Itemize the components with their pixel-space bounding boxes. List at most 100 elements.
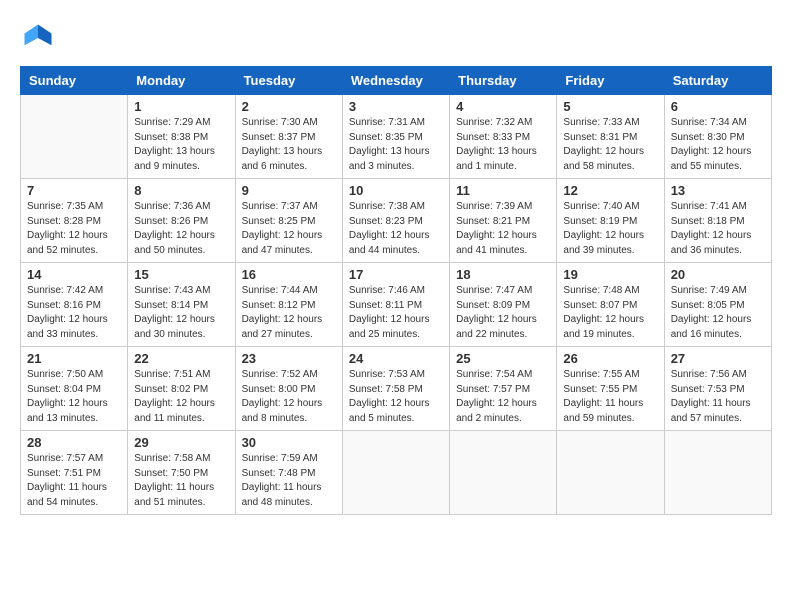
calendar-cell: 6Sunrise: 7:34 AMSunset: 8:30 PMDaylight… bbox=[664, 95, 771, 179]
day-info: Sunrise: 7:48 AMSunset: 8:07 PMDaylight:… bbox=[563, 284, 657, 342]
page-header bbox=[20, 20, 772, 56]
day-number: 15 bbox=[134, 267, 228, 282]
day-info: Sunrise: 7:58 AMSunset: 7:50 PMDaylight:… bbox=[134, 452, 228, 510]
weekday-header-row: SundayMondayTuesdayWednesdayThursdayFrid… bbox=[21, 67, 772, 95]
calendar-week-row: 14 Sunrise: 7:42 AMSunset: 8:16 PMDayligh… bbox=[21, 263, 772, 347]
calendar-cell: 18 Sunrise: 7:47 AMSunset: 8:09 PMDayligh… bbox=[450, 263, 557, 347]
calendar-cell: 8 Sunrise: 7:36 AMSunset: 8:26 PMDaylight… bbox=[128, 179, 235, 263]
day-info: Sunrise: 7:35 AMSunset: 8:28 PMDaylight:… bbox=[27, 200, 121, 258]
calendar-cell bbox=[342, 431, 449, 515]
calendar-cell: 14 Sunrise: 7:42 AMSunset: 8:16 PMDayligh… bbox=[21, 263, 128, 347]
day-info: Sunrise: 7:54 AMSunset: 7:57 PMDaylight:… bbox=[456, 368, 550, 426]
calendar-cell: 10Sunrise: 7:38 AMSunset: 8:23 PMDayligh… bbox=[342, 179, 449, 263]
day-info: Sunrise: 7:37 AMSunset: 8:25 PMDaylight:… bbox=[242, 200, 336, 258]
calendar-cell: 22Sunrise: 7:51 AMSunset: 8:02 PMDayligh… bbox=[128, 347, 235, 431]
day-info: Sunrise: 7:29 AMSunset: 8:38 PMDaylight:… bbox=[134, 116, 228, 174]
day-info: Sunrise: 7:56 AMSunset: 7:53 PMDaylight:… bbox=[671, 368, 765, 426]
calendar-cell: 16Sunrise: 7:44 AMSunset: 8:12 PMDayligh… bbox=[235, 263, 342, 347]
calendar-cell bbox=[450, 431, 557, 515]
day-info: Sunrise: 7:47 AMSunset: 8:09 PMDaylight:… bbox=[456, 284, 550, 342]
day-info: Sunrise: 7:34 AMSunset: 8:30 PMDaylight:… bbox=[671, 116, 765, 174]
day-number: 17 bbox=[349, 267, 443, 282]
weekday-header-sunday: Sunday bbox=[21, 67, 128, 95]
calendar-cell: 1 Sunrise: 7:29 AMSunset: 8:38 PMDaylight… bbox=[128, 95, 235, 179]
calendar-week-row: 7 Sunrise: 7:35 AMSunset: 8:28 PMDaylight… bbox=[21, 179, 772, 263]
calendar-week-row: 28 Sunrise: 7:57 AMSunset: 7:51 PMDayligh… bbox=[21, 431, 772, 515]
day-info: Sunrise: 7:57 AMSunset: 7:51 PMDaylight:… bbox=[27, 452, 121, 510]
calendar-cell: 25 Sunrise: 7:54 AMSunset: 7:57 PMDayligh… bbox=[450, 347, 557, 431]
day-number: 27 bbox=[671, 351, 765, 366]
day-info: Sunrise: 7:33 AMSunset: 8:31 PMDaylight:… bbox=[563, 116, 657, 174]
calendar-cell: 2 Sunrise: 7:30 AMSunset: 8:37 PMDaylight… bbox=[235, 95, 342, 179]
day-info: Sunrise: 7:30 AMSunset: 8:37 PMDaylight:… bbox=[242, 116, 336, 174]
day-number: 26 bbox=[563, 351, 657, 366]
calendar-cell: 30 Sunrise: 7:59 AMSunset: 7:48 PMDayligh… bbox=[235, 431, 342, 515]
day-number: 25 bbox=[456, 351, 550, 366]
day-info: Sunrise: 7:51 AMSunset: 8:02 PMDaylight:… bbox=[134, 368, 228, 426]
day-number: 7 bbox=[27, 183, 121, 198]
calendar-cell: 28 Sunrise: 7:57 AMSunset: 7:51 PMDayligh… bbox=[21, 431, 128, 515]
day-number: 3 bbox=[349, 99, 443, 114]
calendar-cell: 23 Sunrise: 7:52 AMSunset: 8:00 PMDayligh… bbox=[235, 347, 342, 431]
day-number: 23 bbox=[242, 351, 336, 366]
calendar-cell: 15 Sunrise: 7:43 AMSunset: 8:14 PMDayligh… bbox=[128, 263, 235, 347]
day-number: 1 bbox=[134, 99, 228, 114]
day-info: Sunrise: 7:59 AMSunset: 7:48 PMDaylight:… bbox=[242, 452, 336, 510]
calendar-cell: 4Sunrise: 7:32 AMSunset: 8:33 PMDaylight… bbox=[450, 95, 557, 179]
calendar-cell: 27 Sunrise: 7:56 AMSunset: 7:53 PMDayligh… bbox=[664, 347, 771, 431]
weekday-header-thursday: Thursday bbox=[450, 67, 557, 95]
day-number: 28 bbox=[27, 435, 121, 450]
day-info: Sunrise: 7:36 AMSunset: 8:26 PMDaylight:… bbox=[134, 200, 228, 258]
day-number: 18 bbox=[456, 267, 550, 282]
day-number: 5 bbox=[563, 99, 657, 114]
day-number: 14 bbox=[27, 267, 121, 282]
calendar-cell bbox=[557, 431, 664, 515]
logo-icon bbox=[20, 20, 56, 56]
weekday-header-tuesday: Tuesday bbox=[235, 67, 342, 95]
calendar-cell: 19 Sunrise: 7:48 AMSunset: 8:07 PMDayligh… bbox=[557, 263, 664, 347]
calendar-cell: 17Sunrise: 7:46 AMSunset: 8:11 PMDayligh… bbox=[342, 263, 449, 347]
day-number: 2 bbox=[242, 99, 336, 114]
calendar-cell: 7 Sunrise: 7:35 AMSunset: 8:28 PMDaylight… bbox=[21, 179, 128, 263]
calendar-cell bbox=[664, 431, 771, 515]
calendar-cell: 5 Sunrise: 7:33 AMSunset: 8:31 PMDaylight… bbox=[557, 95, 664, 179]
day-number: 29 bbox=[134, 435, 228, 450]
weekday-header-saturday: Saturday bbox=[664, 67, 771, 95]
day-info: Sunrise: 7:43 AMSunset: 8:14 PMDaylight:… bbox=[134, 284, 228, 342]
calendar-cell: 26 Sunrise: 7:55 AMSunset: 7:55 PMDayligh… bbox=[557, 347, 664, 431]
day-number: 24 bbox=[349, 351, 443, 366]
calendar-cell bbox=[21, 95, 128, 179]
day-number: 21 bbox=[27, 351, 121, 366]
calendar-cell: 9 Sunrise: 7:37 AMSunset: 8:25 PMDaylight… bbox=[235, 179, 342, 263]
day-number: 9 bbox=[242, 183, 336, 198]
day-info: Sunrise: 7:38 AMSunset: 8:23 PMDaylight:… bbox=[349, 200, 443, 258]
day-info: Sunrise: 7:41 AMSunset: 8:18 PMDaylight:… bbox=[671, 200, 765, 258]
calendar-cell: 24 Sunrise: 7:53 AMSunset: 7:58 PMDayligh… bbox=[342, 347, 449, 431]
day-number: 16 bbox=[242, 267, 336, 282]
calendar-cell: 21 Sunrise: 7:50 AMSunset: 8:04 PMDayligh… bbox=[21, 347, 128, 431]
day-number: 20 bbox=[671, 267, 765, 282]
calendar-cell: 13Sunrise: 7:41 AMSunset: 8:18 PMDayligh… bbox=[664, 179, 771, 263]
day-number: 8 bbox=[134, 183, 228, 198]
calendar-table: SundayMondayTuesdayWednesdayThursdayFrid… bbox=[20, 66, 772, 515]
weekday-header-wednesday: Wednesday bbox=[342, 67, 449, 95]
day-number: 30 bbox=[242, 435, 336, 450]
day-info: Sunrise: 7:53 AMSunset: 7:58 PMDaylight:… bbox=[349, 368, 443, 426]
calendar-cell: 29 Sunrise: 7:58 AMSunset: 7:50 PMDayligh… bbox=[128, 431, 235, 515]
day-info: Sunrise: 7:39 AMSunset: 8:21 PMDaylight:… bbox=[456, 200, 550, 258]
day-info: Sunrise: 7:50 AMSunset: 8:04 PMDaylight:… bbox=[27, 368, 121, 426]
day-number: 12 bbox=[563, 183, 657, 198]
calendar-body: 1 Sunrise: 7:29 AMSunset: 8:38 PMDaylight… bbox=[21, 95, 772, 515]
day-info: Sunrise: 7:31 AMSunset: 8:35 PMDaylight:… bbox=[349, 116, 443, 174]
calendar-cell: 3 Sunrise: 7:31 AMSunset: 8:35 PMDaylight… bbox=[342, 95, 449, 179]
day-info: Sunrise: 7:55 AMSunset: 7:55 PMDaylight:… bbox=[563, 368, 657, 426]
calendar-header: SundayMondayTuesdayWednesdayThursdayFrid… bbox=[21, 67, 772, 95]
calendar-cell: 20Sunrise: 7:49 AMSunset: 8:05 PMDayligh… bbox=[664, 263, 771, 347]
day-info: Sunrise: 7:52 AMSunset: 8:00 PMDaylight:… bbox=[242, 368, 336, 426]
calendar-cell: 11Sunrise: 7:39 AMSunset: 8:21 PMDayligh… bbox=[450, 179, 557, 263]
day-info: Sunrise: 7:42 AMSunset: 8:16 PMDaylight:… bbox=[27, 284, 121, 342]
calendar-week-row: 1 Sunrise: 7:29 AMSunset: 8:38 PMDaylight… bbox=[21, 95, 772, 179]
day-number: 19 bbox=[563, 267, 657, 282]
calendar-cell: 12Sunrise: 7:40 AMSunset: 8:19 PMDayligh… bbox=[557, 179, 664, 263]
logo bbox=[20, 20, 60, 56]
